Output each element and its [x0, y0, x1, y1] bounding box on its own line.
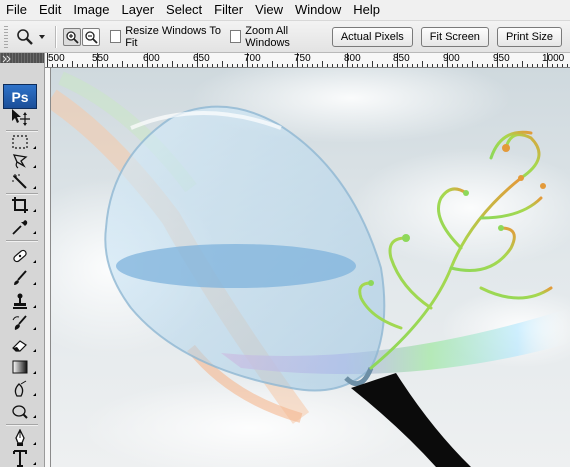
zoom-all-windows-option[interactable]: Zoom All Windows: [229, 24, 324, 49]
ruler-label: 950: [493, 53, 510, 64]
ruler-label: 550: [92, 53, 109, 64]
ruler-label: 600: [143, 53, 160, 64]
history-brush-icon: [12, 315, 27, 330]
zoom-icon: [16, 28, 33, 45]
eyedropper-tool[interactable]: [8, 218, 36, 236]
brush-icon: [14, 270, 27, 285]
tool-divider: [6, 424, 38, 426]
ruler-label: 850: [393, 53, 410, 64]
options-bar: Resize Windows To Fit Zoom All Windows A…: [0, 21, 570, 53]
eraser-tool[interactable]: [8, 336, 36, 354]
resize-windows-checkbox[interactable]: [109, 30, 122, 43]
history-brush-tool[interactable]: [8, 314, 36, 332]
menu-window[interactable]: Window: [289, 0, 347, 20]
ruler-label: 500: [48, 53, 65, 64]
canvas-artwork: [51, 68, 570, 467]
dodge-tool[interactable]: [8, 402, 36, 420]
menu-filter[interactable]: Filter: [208, 0, 249, 20]
tool-divider: [6, 240, 38, 242]
lasso-tool[interactable]: [8, 152, 36, 170]
menu-view[interactable]: View: [249, 0, 289, 20]
resize-windows-label: Resize Windows To Fit: [125, 24, 221, 49]
magic-wand-icon: [12, 174, 27, 189]
ruler-label: 750: [294, 53, 311, 64]
tools-panel-header[interactable]: [0, 53, 44, 63]
lasso-icon: [12, 154, 28, 169]
zoom-in-icon: [65, 30, 79, 44]
brush-tool[interactable]: [8, 269, 36, 287]
crop-tool[interactable]: [8, 196, 36, 214]
zoom-out-icon: [84, 30, 98, 44]
horizontal-ruler[interactable]: 500 550 600 650 700 750 800 850 900 950 …: [45, 53, 570, 68]
eyedropper-icon: [12, 220, 28, 235]
menu-layer[interactable]: Layer: [116, 0, 161, 20]
ruler-label: 1000: [542, 53, 565, 64]
healing-brush-icon: [13, 249, 27, 263]
healing-brush-tool[interactable]: [8, 247, 36, 265]
menu-bar: File Edit Image Layer Select Filter View…: [0, 0, 570, 21]
resize-windows-option[interactable]: Resize Windows To Fit: [109, 24, 222, 49]
print-size-button[interactable]: Print Size: [496, 26, 563, 47]
zoom-all-windows-label: Zoom All Windows: [245, 24, 290, 49]
move-icon: [12, 109, 30, 126]
collapse-arrows-icon: [2, 55, 11, 63]
zoom-out-button[interactable]: [81, 27, 100, 46]
tool-divider: [6, 193, 38, 195]
actual-pixels-button[interactable]: Actual Pixels: [331, 26, 413, 47]
ruler-label: 700: [244, 53, 261, 64]
magic-wand-tool[interactable]: [8, 173, 36, 191]
crop-icon: [12, 197, 28, 213]
zoom-all-windows-checkbox[interactable]: [229, 30, 242, 43]
menu-select[interactable]: Select: [160, 0, 208, 20]
eraser-icon: [12, 340, 27, 352]
menu-image[interactable]: Image: [67, 0, 115, 20]
ruler-label: 800: [344, 53, 361, 64]
chevron-down-icon: [38, 34, 45, 39]
clone-stamp-icon: [13, 293, 27, 309]
ruler-label: 650: [193, 53, 210, 64]
type-tool[interactable]: [8, 449, 36, 467]
tool-divider: [6, 130, 38, 132]
separator: [54, 25, 57, 48]
photoshop-logo[interactable]: Ps: [3, 84, 37, 109]
menu-help[interactable]: Help: [347, 0, 386, 20]
pen-tool[interactable]: [8, 429, 36, 447]
gradient-tool[interactable]: [8, 358, 36, 376]
blur-icon: [14, 380, 27, 397]
document-canvas[interactable]: [51, 68, 570, 467]
type-icon: [13, 450, 27, 467]
fit-screen-button[interactable]: Fit Screen: [420, 26, 489, 47]
zoom-mode-group: [62, 27, 100, 46]
ruler-label: 900: [443, 53, 460, 64]
tool-preset-picker[interactable]: [16, 26, 49, 48]
options-bar-grip[interactable]: [4, 25, 8, 48]
menu-edit[interactable]: Edit: [33, 0, 67, 20]
blur-tool[interactable]: [8, 380, 36, 398]
zoom-in-button[interactable]: [62, 27, 81, 46]
marquee-icon: [12, 135, 28, 149]
gradient-icon: [12, 360, 28, 374]
dodge-icon: [12, 405, 28, 419]
clone-stamp-tool[interactable]: [8, 292, 36, 310]
menu-file[interactable]: File: [0, 0, 33, 20]
pen-icon: [15, 429, 25, 446]
move-tool[interactable]: [8, 108, 32, 126]
marquee-tool[interactable]: [8, 133, 36, 151]
